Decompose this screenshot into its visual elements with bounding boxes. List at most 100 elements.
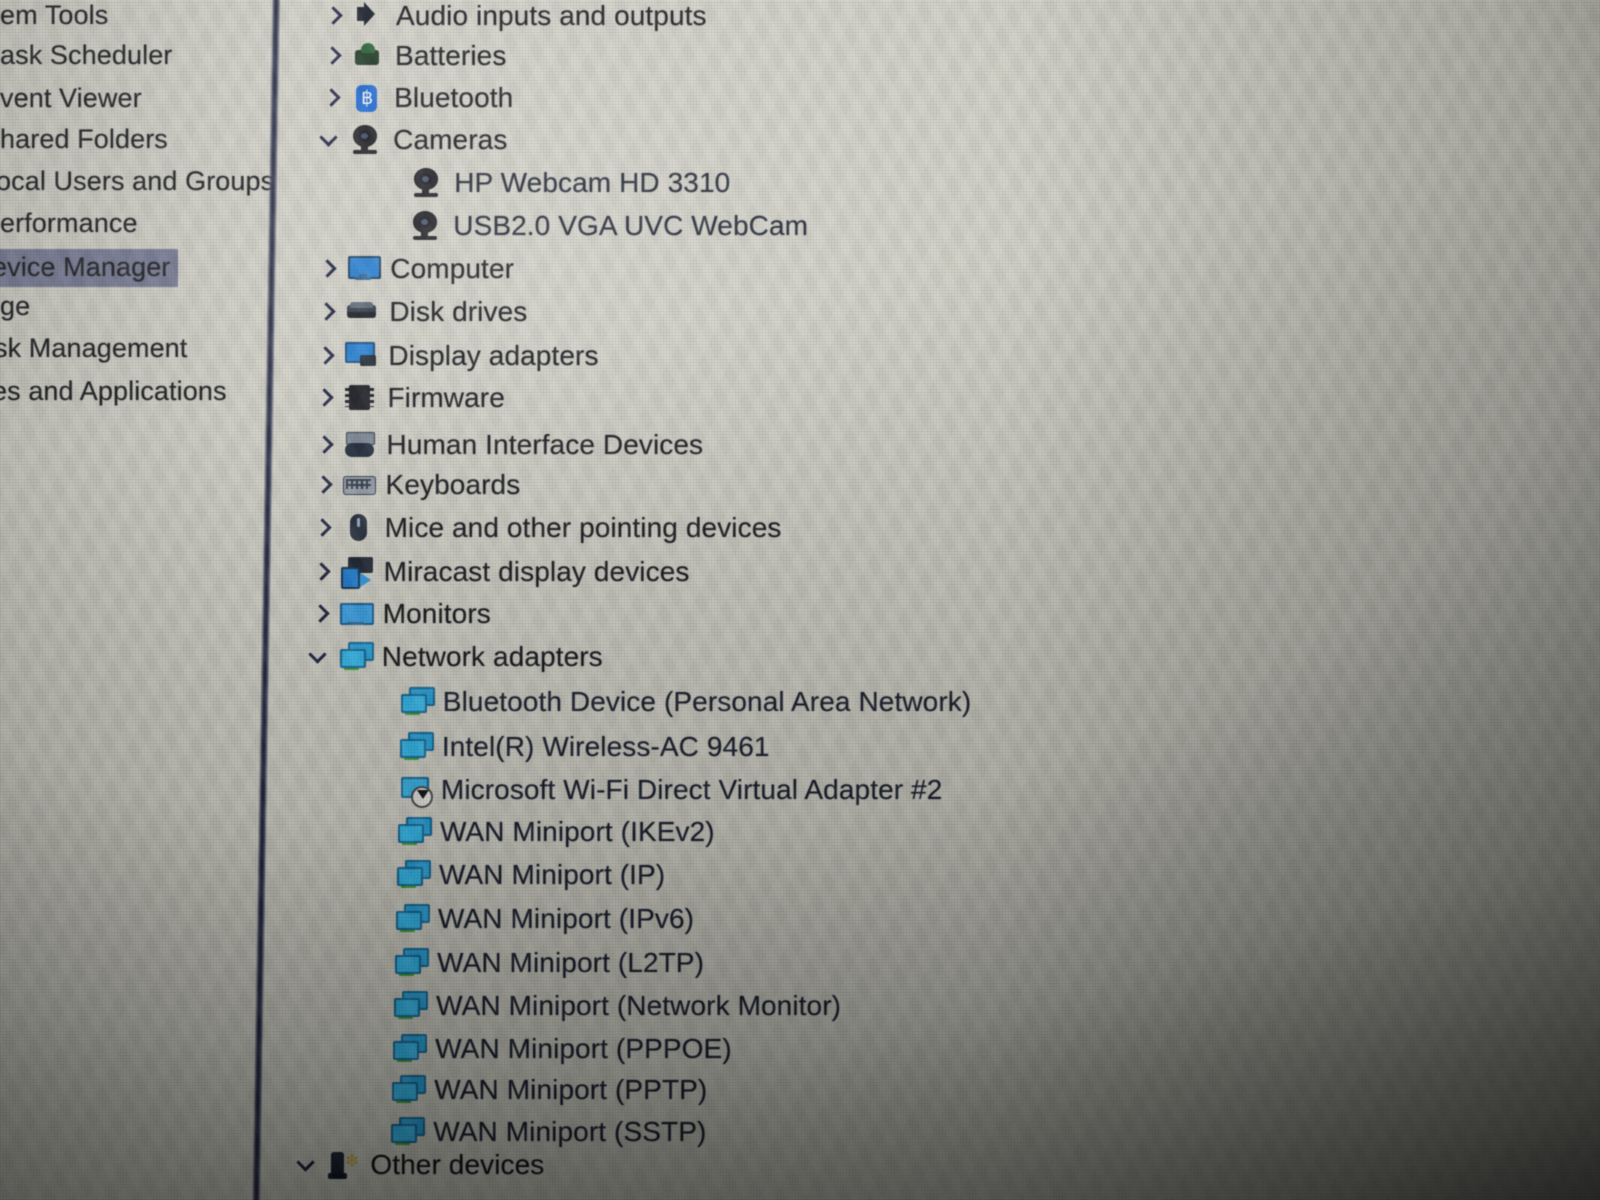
device-tree-node-label: Audio inputs and outputs xyxy=(396,0,707,31)
device-tree-node[interactable]: ❇ Other devices xyxy=(294,1145,544,1185)
device-tree-node-label: Cameras xyxy=(393,124,508,155)
console-tree-item-shared-folders[interactable]: hared Folders xyxy=(0,124,168,155)
monitor-icon xyxy=(339,598,374,630)
device-tree-node-label: Disk drives xyxy=(389,296,528,327)
device-tree-node[interactable]: Disk drives xyxy=(313,292,527,332)
chevron-placeholder xyxy=(363,862,389,888)
unknown-device-icon: ❇ xyxy=(326,1149,360,1181)
device-tree-node[interactable]: Firmware xyxy=(311,378,505,418)
device-tree-node-label: Monitors xyxy=(382,598,491,629)
console-tree-item-label: evice Manager xyxy=(0,249,179,287)
console-tree-item-services-and-applications[interactable]: es and Applications xyxy=(0,376,227,407)
chevron-placeholder xyxy=(359,1036,385,1062)
device-tree-node[interactable]: WAN Miniport (Network Monitor) xyxy=(360,986,841,1026)
device-tree-node[interactable]: Cameras xyxy=(317,120,507,160)
chevron-right-icon[interactable] xyxy=(314,256,340,282)
computer-icon xyxy=(346,253,382,285)
device-tree-node[interactable]: WAN Miniport (IP) xyxy=(363,855,665,895)
console-tree-item-storage[interactable]: ge xyxy=(0,291,30,322)
device-tree-node-label: Mice and other pointing devices xyxy=(384,512,782,543)
device-tree-node-label: Network adapters xyxy=(381,641,603,672)
device-tree-node[interactable]: HP Webcam HD 3310 xyxy=(378,163,730,203)
device-tree-node[interactable]: Audio inputs and outputs xyxy=(320,0,707,36)
console-tree-pane[interactable]: em Tools ask Scheduler vent Viewer hared Fo… xyxy=(0,0,274,1200)
console-tree-item-label: em Tools xyxy=(0,0,109,30)
chevron-right-icon[interactable] xyxy=(318,85,344,111)
device-tree-node-label: WAN Miniport (PPTP) xyxy=(434,1074,708,1105)
chevron-right-icon[interactable] xyxy=(310,472,336,498)
device-tree-node[interactable]: USB2.0 VGA UVC WebCam xyxy=(377,206,808,246)
miracast-icon xyxy=(340,556,374,589)
device-tree-node[interactable]: Intel(R) Wireless-AC 9461 xyxy=(366,727,770,767)
device-tree-node-label: USB2.0 VGA UVC WebCam xyxy=(453,210,809,241)
console-tree-item-local-users-and-groups[interactable]: ocal Users and Groups xyxy=(0,166,274,197)
chevron-down-icon[interactable] xyxy=(294,1152,320,1178)
device-tree-node[interactable]: WAN Miniport (IPv6) xyxy=(362,899,694,939)
chevron-down-icon[interactable] xyxy=(317,127,343,153)
device-tree-node[interactable]: Monitors xyxy=(307,594,491,634)
chevron-right-icon[interactable] xyxy=(319,43,345,69)
chevron-right-icon[interactable] xyxy=(307,601,333,627)
console-tree-item-task-scheduler[interactable]: ask Scheduler xyxy=(0,40,172,71)
device-tree-node[interactable]: Human Interface Devices xyxy=(311,425,704,465)
chip-icon xyxy=(343,382,377,414)
chevron-right-icon[interactable] xyxy=(309,515,335,541)
device-tree-node[interactable]: Miracast display devices xyxy=(308,552,690,592)
network-adapter-disabled-icon xyxy=(397,774,433,808)
device-tree-node[interactable]: Keyboards xyxy=(310,465,521,505)
device-tree-node-label: Firmware xyxy=(387,382,505,413)
device-tree-node-label: Intel(R) Wireless-AC 9461 xyxy=(441,731,770,762)
chevron-right-icon[interactable] xyxy=(311,432,337,458)
device-tree-node-label: Bluetooth xyxy=(394,82,514,113)
device-tree-node[interactable]: ฿ Bluetooth xyxy=(318,78,513,118)
device-tree-node[interactable]: Mice and other pointing devices xyxy=(309,508,782,548)
chevron-right-icon[interactable] xyxy=(313,299,339,325)
console-tree-item-performance[interactable]: erformance xyxy=(0,208,138,239)
chevron-right-icon[interactable] xyxy=(320,3,346,29)
chevron-right-icon[interactable] xyxy=(311,385,337,411)
network-adapter-icon xyxy=(390,1074,427,1106)
console-tree-item-system-tools[interactable]: em Tools xyxy=(0,0,108,31)
console-tree-item-event-viewer[interactable]: vent Viewer xyxy=(0,83,142,114)
keyboard-icon xyxy=(342,469,376,501)
chevron-down-icon[interactable] xyxy=(306,644,332,670)
bluetooth-icon: ฿ xyxy=(350,82,384,114)
network-adapter-icon xyxy=(393,947,430,979)
chevron-placeholder xyxy=(360,993,386,1019)
chevron-placeholder xyxy=(377,213,403,239)
network-adapter-icon xyxy=(391,1033,428,1065)
device-tree-node-label: WAN Miniport (IPv6) xyxy=(438,903,695,934)
device-tree-node[interactable]: Microsoft Wi-Fi Direct Virtual Adapter #… xyxy=(365,770,943,810)
chevron-placeholder xyxy=(366,734,392,760)
console-tree-item-disk-management[interactable]: sk Management xyxy=(0,333,187,364)
device-tree-node[interactable]: Display adapters xyxy=(312,336,598,376)
network-adapter-icon xyxy=(399,686,435,718)
chevron-placeholder xyxy=(378,170,404,196)
device-tree-node[interactable]: Network adapters xyxy=(306,637,603,677)
device-tree-node-label: Microsoft Wi-Fi Direct Virtual Adapter #… xyxy=(440,774,943,805)
device-tree-node[interactable]: Batteries xyxy=(319,36,506,76)
device-tree-node-label: WAN Miniport (IKEv2) xyxy=(439,816,715,847)
console-tree-item-label: es and Applications xyxy=(0,376,227,406)
device-tree-node[interactable]: WAN Miniport (PPPOE) xyxy=(359,1029,732,1069)
chevron-right-icon[interactable] xyxy=(312,343,338,369)
device-tree-node[interactable]: WAN Miniport (IKEv2) xyxy=(364,812,715,852)
camera-icon xyxy=(349,124,383,156)
device-tree-node-label: WAN Miniport (PPPOE) xyxy=(435,1033,732,1064)
device-tree-node-label: HP Webcam HD 3310 xyxy=(454,167,731,198)
device-tree-node[interactable]: WAN Miniport (PPTP) xyxy=(358,1070,707,1110)
device-tree-pane[interactable]: Audio inputs and outputs Batteries ฿ Blueto… xyxy=(300,0,1600,1200)
device-tree-node-label: Human Interface Devices xyxy=(386,429,704,460)
console-tree-item-device-manager[interactable]: evice Manager xyxy=(0,249,179,287)
device-tree-node[interactable]: Computer xyxy=(314,249,514,289)
chevron-right-icon[interactable] xyxy=(308,559,334,585)
network-adapter-icon xyxy=(338,641,374,673)
device-tree-node[interactable]: Bluetooth Device (Personal Area Network) xyxy=(367,682,971,722)
device-tree-node-label: Computer xyxy=(390,253,515,284)
chevron-placeholder xyxy=(361,950,387,976)
device-tree-node-label: WAN Miniport (SSTP) xyxy=(433,1116,707,1147)
network-adapter-icon xyxy=(389,1116,426,1148)
device-tree-node[interactable]: WAN Miniport (L2TP) xyxy=(361,943,704,983)
device-tree-node-label: Miracast display devices xyxy=(383,556,690,587)
device-manager-window: em Tools ask Scheduler vent Viewer hared Fo… xyxy=(0,0,1600,1200)
